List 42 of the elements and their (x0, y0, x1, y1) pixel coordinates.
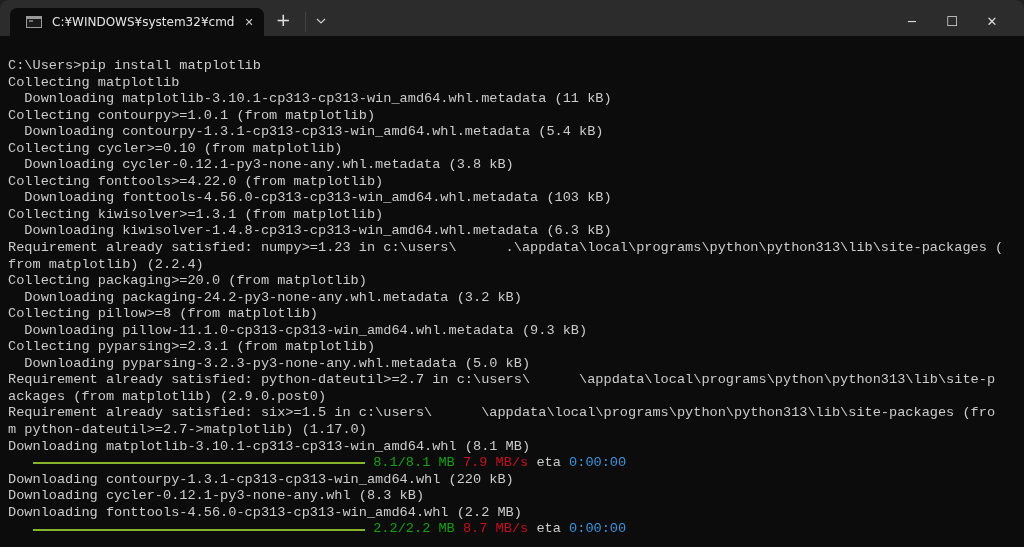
terminal-line: Downloading pillow-11.1.0-cp313-cp313-win_amd64.whl.metadata (9.3 kB) (23, 322, 588, 340)
terminal-line: Downloading fonttools-4.56.0-cp313-cp313-win_amd64.whl.metadata (103 kB) (23, 190, 612, 207)
terminal-line: Downloading contourpy-1.3.1-cp313-cp313-win_amd64.whl.metadata (5.4 kB) (23, 124, 604, 141)
terminal-line: Collecting matplotlib (8, 74, 180, 92)
terminal-line: Downloading matplotlib-3.10.1-cp313-cp313-win_amd64.whl.metadata (11 kB) (23, 91, 612, 108)
terminal-line: Requirement already satisfied: six>=1.5 in c:\users\ \appdata\local\programs\python\python313\lib\site-packages (fro (8, 405, 996, 423)
terminal-line: Collecting fonttools>=4.22.0 (from matplotlib) (8, 173, 384, 191)
terminal-line: Downloading cycler-0.12.1-py3-none-any.whl (8.3 kB) (8, 488, 425, 505)
terminal-tab[interactable]: C:¥WINDOWS¥system32¥cmd ✕ (10, 8, 264, 36)
terminal-line: Requirement already satisfied: python-dateutil>=2.7 in c:\users\ \appdata\local\programs\python\python313\lib\site-p (8, 372, 996, 389)
terminal-line: Downloading cycler-0.12.1-py3-none-any.whl.metadata (3.8 kB) (23, 157, 514, 174)
terminal-line: Downloading matplotlib-3.10.1-cp313-cp313-win_amd64.whl (8.1 MB) (8, 438, 531, 456)
tab-title: C:¥WINDOWS¥system32¥cmd (52, 15, 235, 29)
download-amount: 2.2/2.2 MB (373, 521, 455, 538)
terminal-line: Collecting contourpy>=1.0.1 (from matplotlib) (8, 107, 376, 125)
terminal-line: Downloading pyparsing-3.2.3-py3-none-any.whl.metadata (5.0 kB) (23, 355, 531, 373)
terminal-line: Downloading contourpy-1.3.1-cp313-cp313-win_amd64.whl (220 kB) (8, 471, 514, 489)
eta-label: eta (536, 521, 561, 538)
terminal-line: Downloading kiwisolver-1.4.8-cp313-cp313-win_amd64.whl.metadata (6.3 kB) (23, 223, 612, 240)
terminal-line: Collecting pyparsing>=2.3.1 (from matplotlib) (8, 339, 376, 356)
download-speed: 7.9 MB/s (462, 455, 529, 472)
terminal-line: Collecting packaging>=20.0 (from matplotlib) (8, 273, 367, 290)
terminal-line: Requirement already satisfied: numpy>=1.23 in c:\users\ .\appdata\local\programs\python\python313\lib\site-packages ( (8, 240, 1004, 257)
terminal-line: Downloading packaging-24.2-py3-none-any.whl.metadata (3.2 kB) (23, 289, 522, 307)
maximize-button[interactable]: ☐ (932, 7, 972, 29)
close-button[interactable]: ✕ (972, 7, 1012, 29)
terminal-line: Collecting cycler>=0.10 (from matplotlib) (8, 140, 343, 158)
eta-time: 0:00:00 (569, 521, 627, 538)
eta-time: 0:00:00 (569, 455, 627, 472)
tab-close-button[interactable]: ✕ (244, 15, 254, 29)
terminal-line: C:\Users>pip install matplotlib (8, 58, 261, 75)
download-amount: 8.1/8.1 MB (373, 455, 455, 472)
download-speed: 8.7 MB/s (462, 521, 529, 538)
minimize-button[interactable]: ─ (892, 7, 932, 29)
terminal-line: m python-dateutil>=2.7->matplotlib) (1.17.0) (8, 422, 367, 439)
terminal-line: Collecting pillow>=8 (from matplotlib) (8, 306, 318, 323)
eta-label: eta (536, 455, 561, 472)
new-tab-button[interactable]: + (275, 2, 291, 30)
terminal-line: Collecting kiwisolver>=1.3.1 (from matplotlib) (8, 206, 384, 224)
terminal-line: Downloading fonttools-4.56.0-cp313-cp313-win_amd64.whl (2.2 MB) (8, 504, 522, 522)
terminal-line: from matplotlib) (2.2.4) (8, 256, 204, 274)
terminal-line: ackages (from matplotlib) (2.9.0.post0) (8, 388, 327, 406)
